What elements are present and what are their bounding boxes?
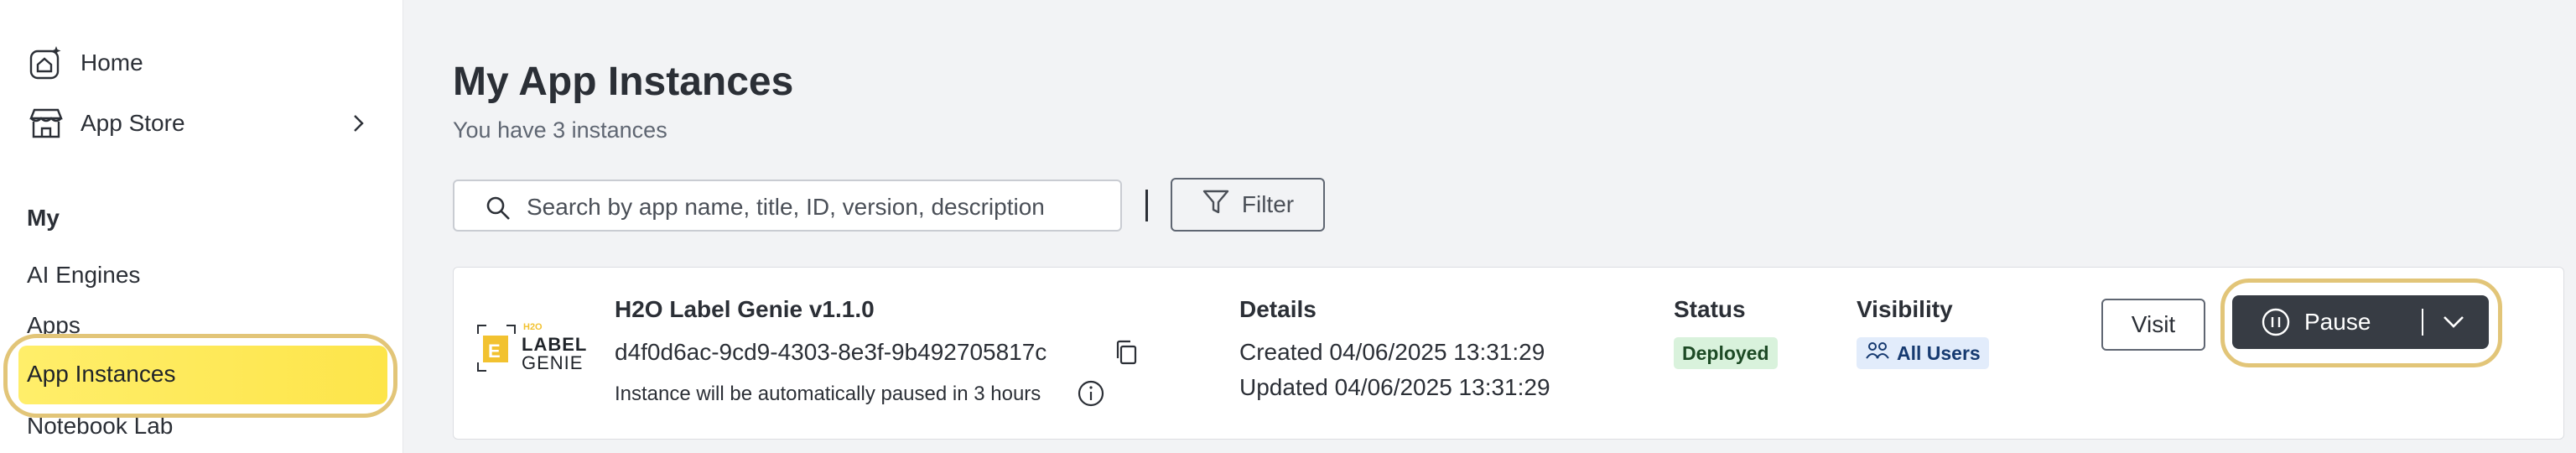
visibility-label: All Users [1897,341,1981,364]
visit-button[interactable]: Visit [2101,299,2205,351]
sidebar-section-my: My [27,205,60,231]
sidebar-item-app-store[interactable]: App Store [27,104,185,143]
instance-count: You have 3 instances [453,117,667,143]
sidebar: Home App Store My AI Engines Apps Notebo… [0,0,403,453]
home-sparkle-icon [27,44,65,82]
logo-text-genie: GENIE [522,352,584,373]
search-input[interactable] [525,191,1098,223]
app-name: H2O Label Genie v1.1.0 [615,296,875,322]
toolbar-divider [1145,190,1148,221]
sidebar-item-home[interactable]: Home [27,44,143,82]
sidebar-item-label: Home [80,49,143,76]
page-title: My App Instances [453,60,794,104]
users-icon [1865,340,1890,367]
copy-icon[interactable] [1114,339,1139,370]
visibility-badge: All Users [1857,337,1989,369]
logo-text-h2o: H2O [523,322,543,332]
store-icon [27,104,65,143]
updated-date: Updated 04/06/2025 13:31:29 [1239,374,1550,400]
status-badge: Deployed [1674,337,1778,369]
created-date: Created 04/06/2025 13:31:29 [1239,339,1545,365]
filter-icon [1202,188,1230,222]
search-icon [485,195,512,226]
svg-text:E: E [488,341,501,362]
info-icon[interactable] [1077,379,1105,412]
details-header: Details [1239,296,1317,322]
status-header: Status [1674,296,1746,322]
visibility-header: Visibility [1857,296,1953,322]
sidebar-item-label: App Store [80,110,185,136]
highlight-ring [3,334,397,418]
filter-label: Filter [1241,191,1295,217]
search-box[interactable] [453,180,1122,232]
auto-pause-note: Instance will be automatically paused in… [615,383,1041,405]
chevron-right-icon[interactable] [345,111,371,140]
highlight-ring [2220,279,2502,367]
sidebar-item-ai-engines[interactable]: AI Engines [27,262,140,289]
filter-button[interactable]: Filter [1171,178,1325,232]
instance-id: d4f0d6ac-9cd9-4303-8e3f-9b492705817c [615,339,1047,365]
